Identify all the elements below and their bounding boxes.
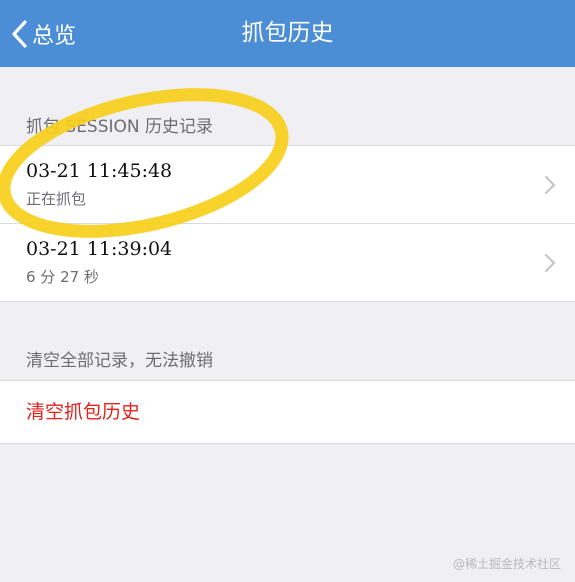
clear-group: 清空抓包历史 <box>0 380 575 444</box>
back-button[interactable]: 总览 <box>10 0 76 67</box>
history-section-header: 抓包 SESSION 历史记录 <box>26 117 214 137</box>
history-item-duration: 6 分 27 秒 <box>26 268 99 286</box>
back-label: 总览 <box>32 23 77 49</box>
watermark: @稀土掘金技术社区 <box>452 557 561 571</box>
chevron-right-icon <box>544 175 556 199</box>
chevron-left-icon <box>10 19 28 49</box>
history-item-time: 03-21 11:45:48 <box>26 160 173 182</box>
navigation-bar: 总览 抓包历史 <box>0 0 575 67</box>
chevron-right-icon <box>544 253 556 277</box>
history-list: 03-21 11:45:48 正在抓包 03-21 11:39:04 6 分 2… <box>0 145 575 302</box>
history-item-time: 03-21 11:39:04 <box>26 238 173 260</box>
page-title: 抓包历史 <box>241 20 334 46</box>
history-item[interactable]: 03-21 11:45:48 正在抓包 <box>0 146 575 223</box>
clear-section-header: 清空全部记录，无法撤销 <box>26 351 213 371</box>
clear-history-button[interactable]: 清空抓包历史 <box>26 381 140 443</box>
history-item[interactable]: 03-21 11:39:04 6 分 27 秒 <box>0 223 575 301</box>
history-item-status: 正在抓包 <box>26 190 87 208</box>
